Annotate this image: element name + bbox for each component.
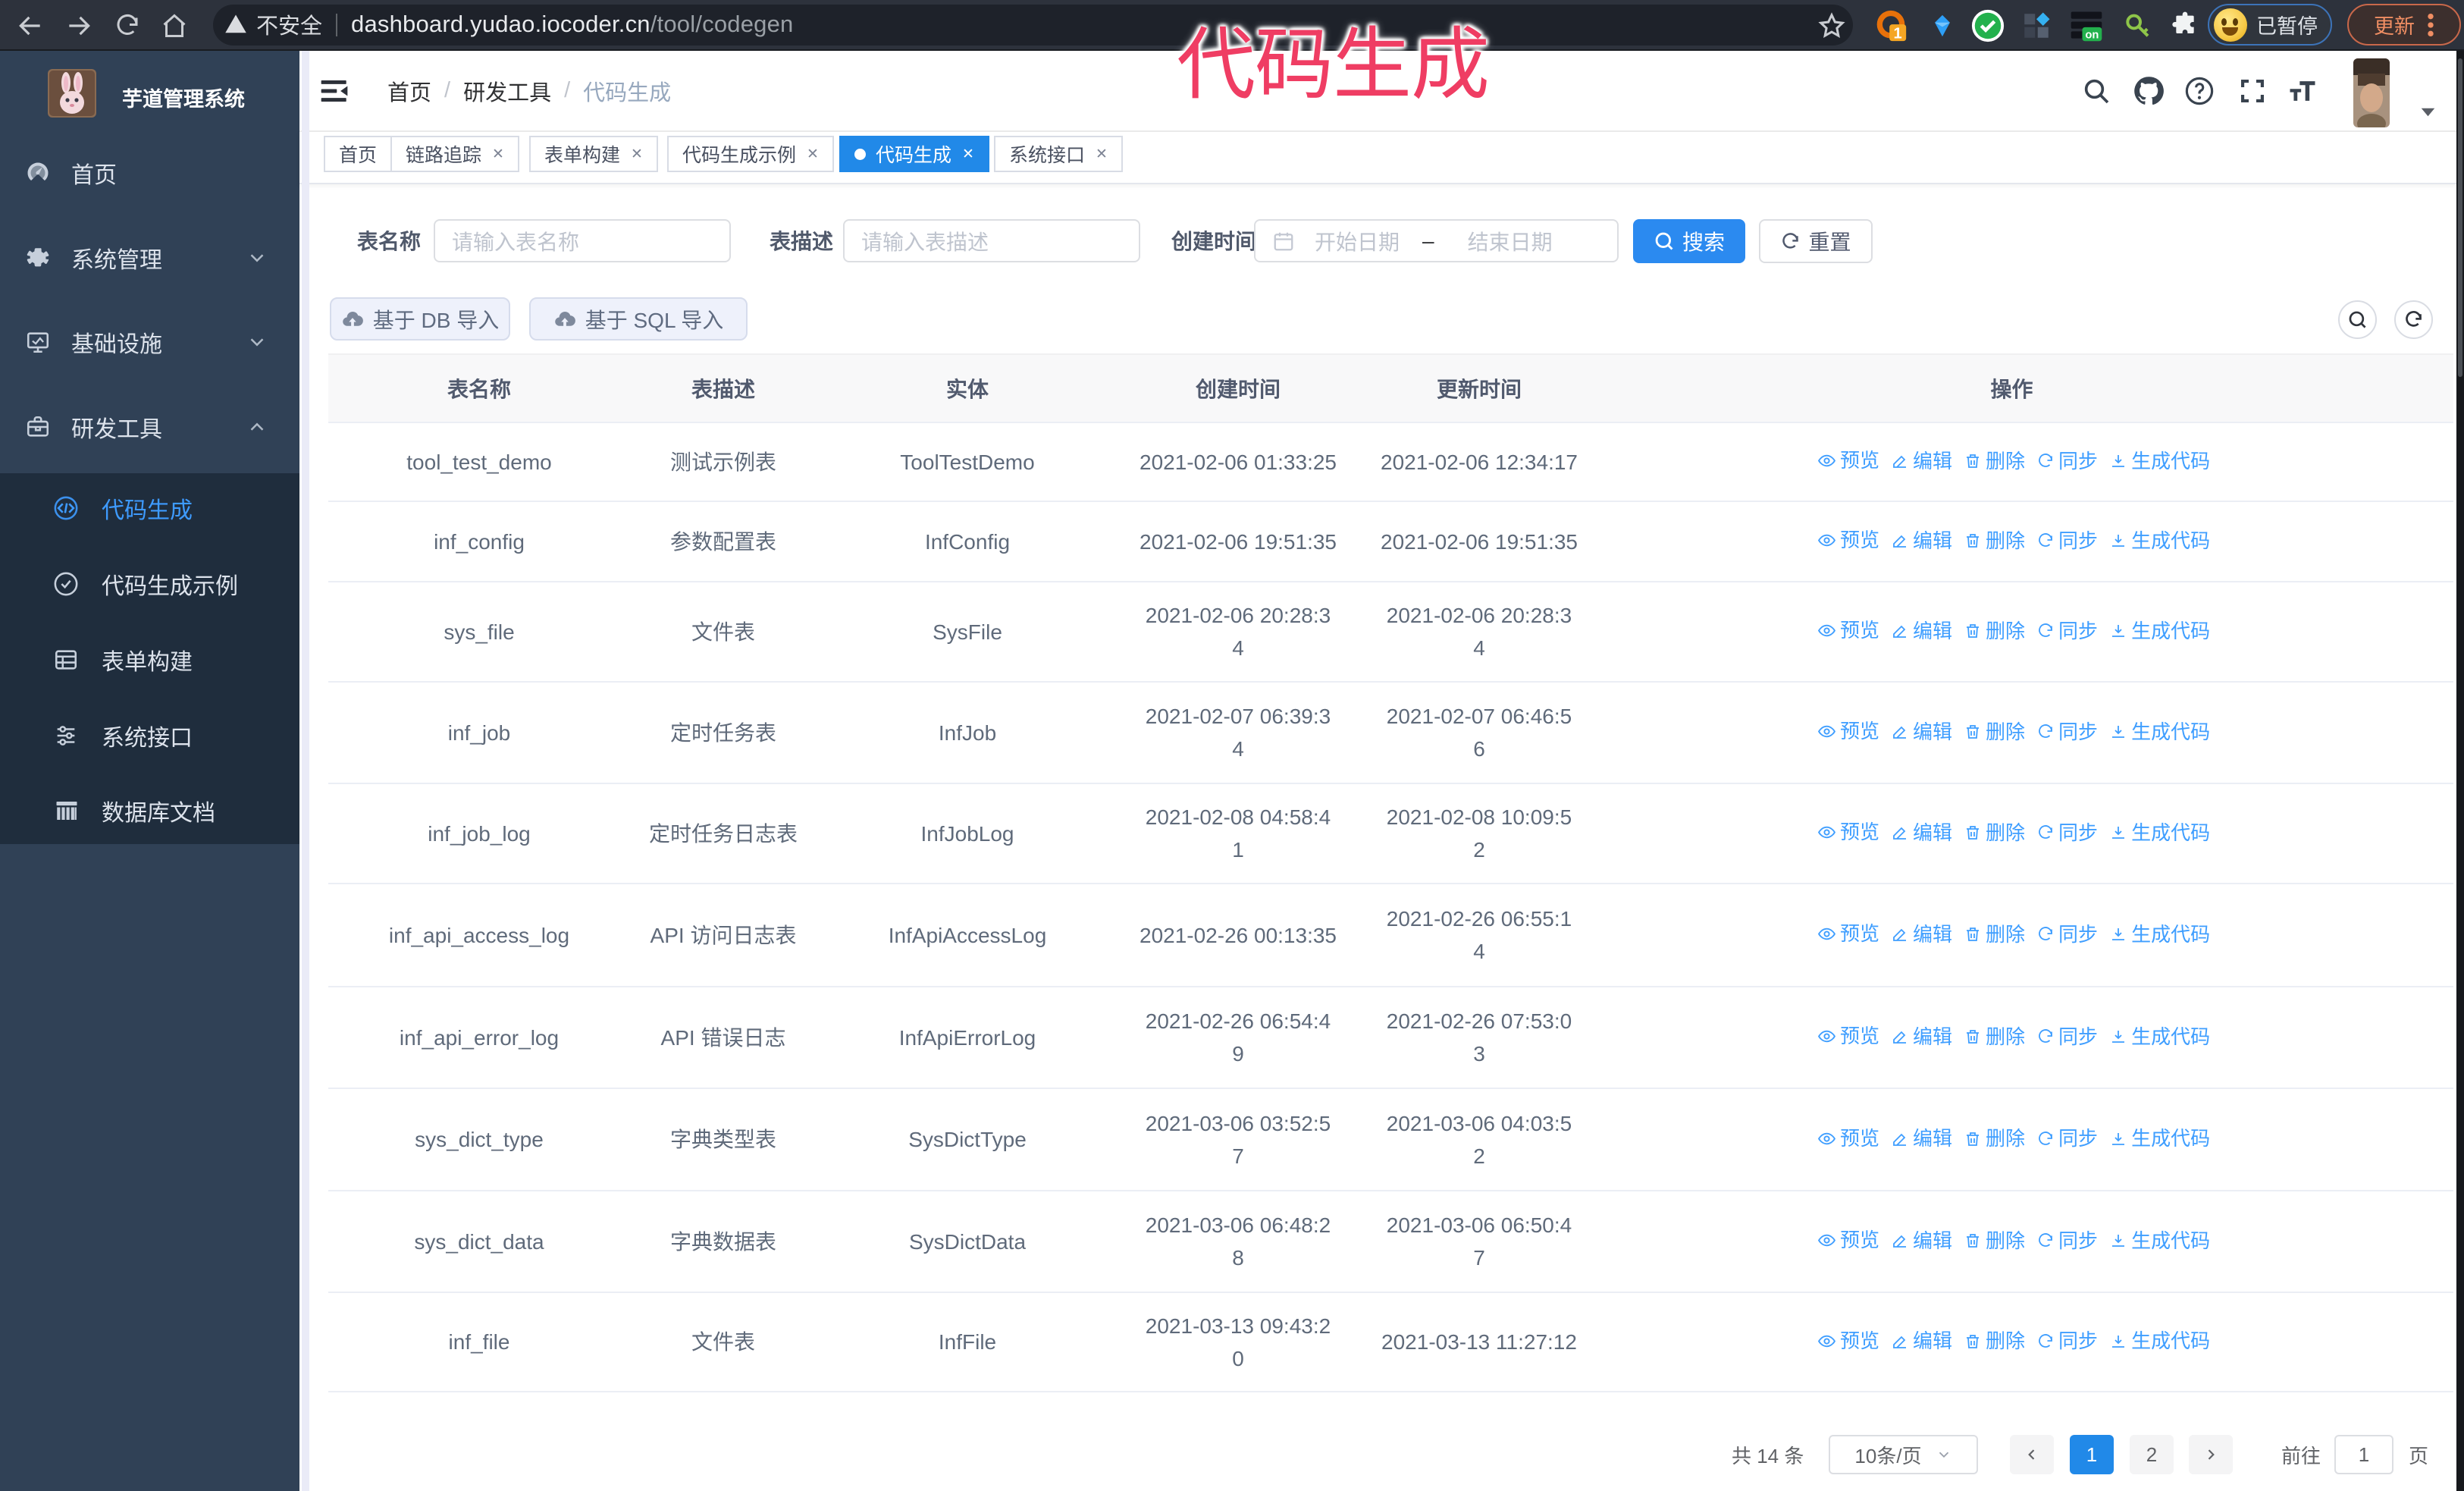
svg-text:1: 1 [1894, 25, 1902, 42]
svg-text:on: on [2085, 29, 2099, 41]
